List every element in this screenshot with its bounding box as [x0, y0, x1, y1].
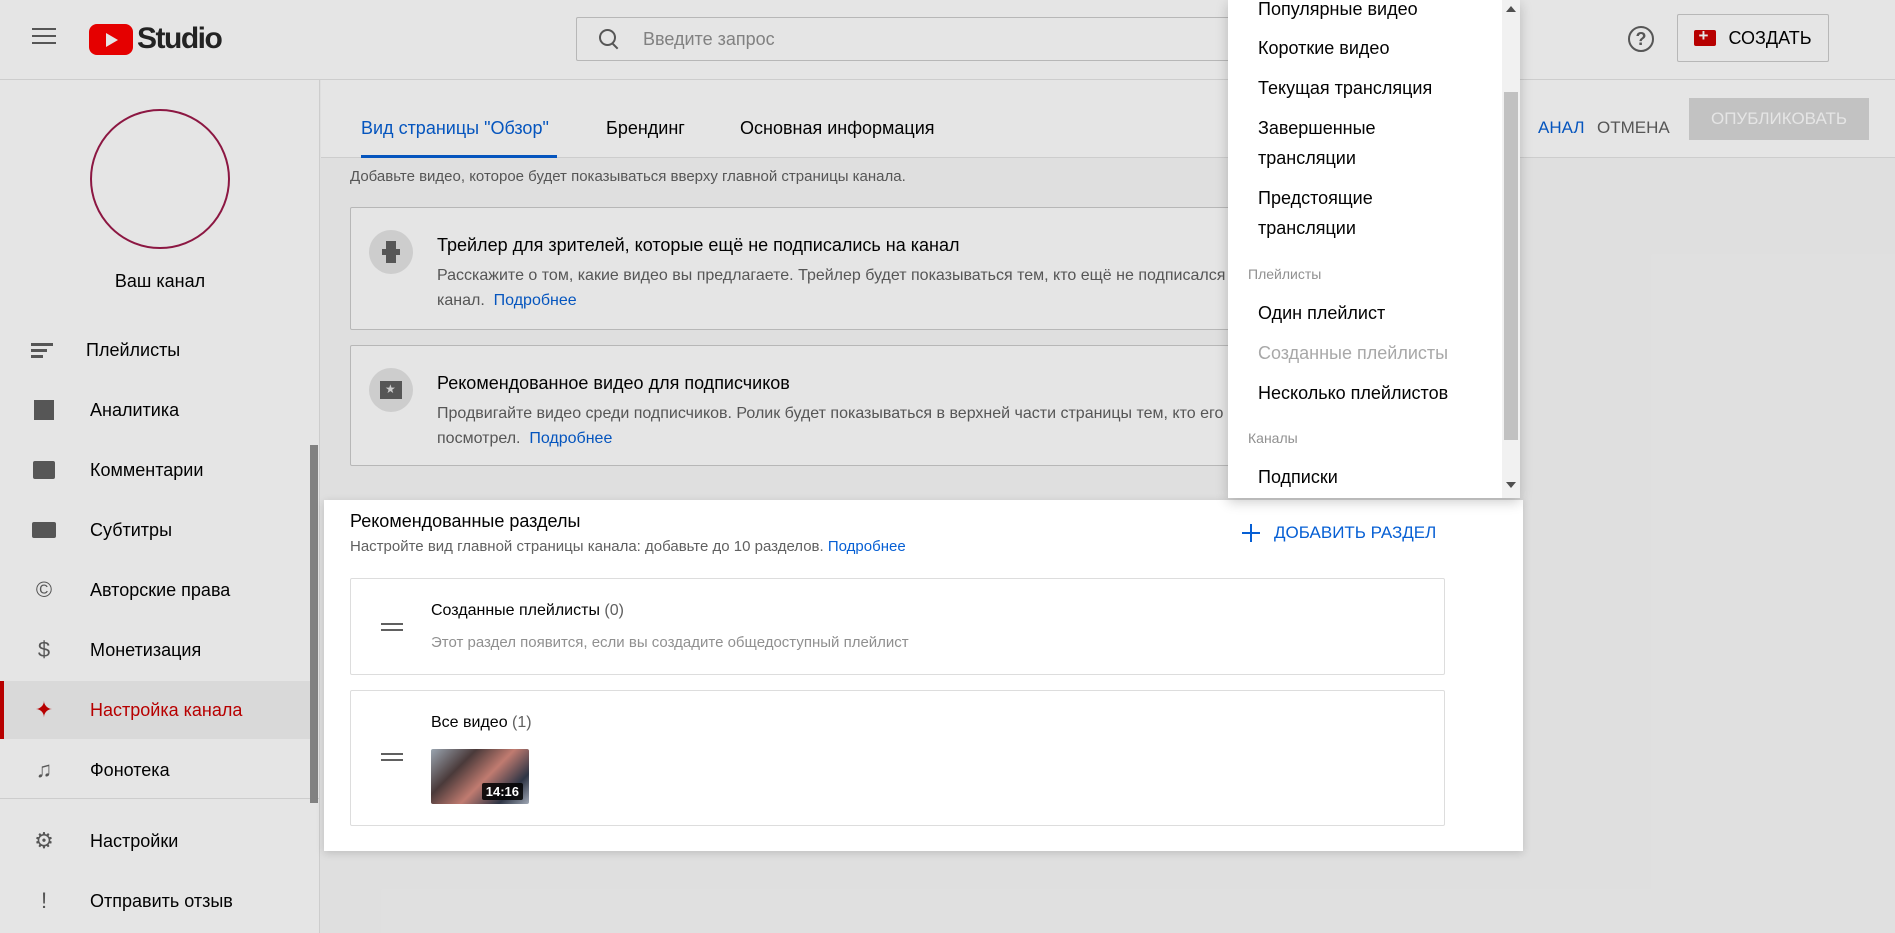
dropdown-item-subscriptions[interactable]: Подписки	[1258, 462, 1338, 492]
dropdown-item-single-playlist[interactable]: Один плейлист	[1258, 298, 1385, 328]
section-name: Все видео (1)	[431, 714, 532, 731]
add-section-button[interactable]: ДОБАВИТЬ РАЗДЕЛ	[1242, 523, 1436, 543]
scroll-up-icon[interactable]	[1506, 6, 1516, 12]
dropdown-item-shorts[interactable]: Короткие видео	[1258, 33, 1389, 63]
featured-sections-panel: Рекомендованные разделы Настройте вид гл…	[324, 500, 1523, 851]
section-name: Созданные плейлисты (0)	[431, 602, 624, 619]
dropdown-item-multiple-playlists[interactable]: Несколько плейлистов	[1258, 378, 1448, 408]
video-thumbnail[interactable]: 14:16	[431, 749, 529, 804]
video-duration: 14:16	[481, 783, 523, 800]
sections-description: Настройте вид главной страницы канала: д…	[350, 538, 906, 555]
dropdown-item-upcoming-live[interactable]: Предстоящие трансляции	[1258, 183, 1373, 243]
dropdown-item-past-live[interactable]: Завершенные трансляции	[1258, 113, 1376, 173]
drag-handle-icon[interactable]	[381, 623, 403, 635]
add-section-label: ДОБАВИТЬ РАЗДЕЛ	[1274, 523, 1437, 542]
section-row-all-videos[interactable]: Все видео (1) 14:16	[350, 690, 1445, 826]
drag-handle-icon[interactable]	[381, 753, 403, 765]
add-section-dropdown: Популярные видео Короткие видео Текущая …	[1228, 0, 1520, 498]
dropdown-item-live-now[interactable]: Текущая трансляция	[1258, 73, 1432, 103]
dropdown-group-playlists: Плейлисты	[1248, 266, 1322, 282]
section-hint: Этот раздел появится, если вы создадите …	[431, 634, 909, 651]
plus-icon	[1242, 524, 1260, 542]
dropdown-item-created-playlists: Созданные плейлисты	[1258, 343, 1449, 363]
sections-title: Рекомендованные разделы	[350, 511, 581, 531]
scroll-down-icon[interactable]	[1506, 482, 1516, 488]
learn-more-link[interactable]: Подробнее	[828, 538, 906, 555]
dropdown-item-popular-videos[interactable]: Популярные видео	[1258, 0, 1418, 24]
dropdown-group-channels: Каналы	[1248, 430, 1298, 446]
section-row-created-playlists[interactable]: Созданные плейлисты (0) Этот раздел появ…	[350, 578, 1445, 675]
dropdown-scrollbar-thumb[interactable]	[1504, 92, 1518, 440]
